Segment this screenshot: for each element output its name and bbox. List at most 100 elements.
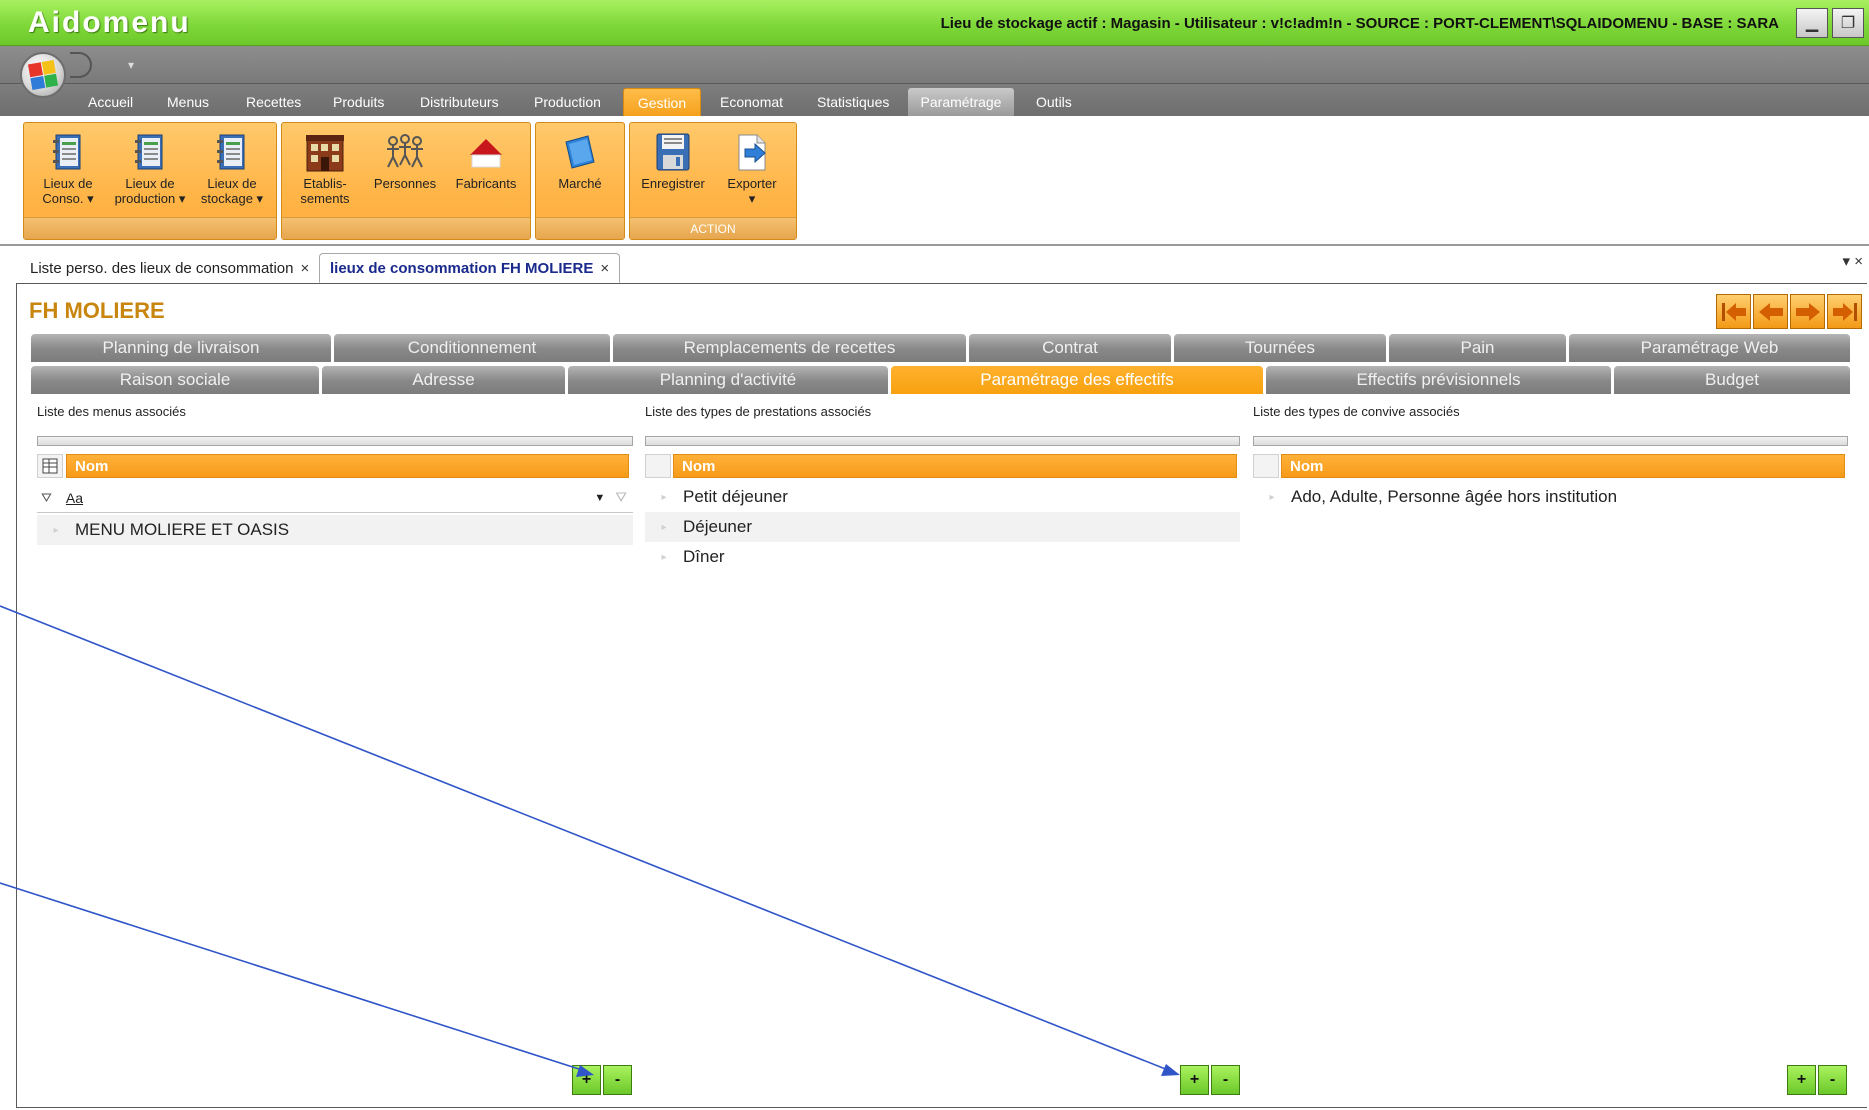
- doctab-liste-perso[interactable]: Liste perso. des lieux de consommation ×: [20, 253, 319, 283]
- subtab-raison-sociale[interactable]: Raison sociale: [31, 366, 319, 394]
- minimize-button[interactable]: ▁: [1796, 8, 1828, 38]
- exporter-label: Exporter ▾: [727, 176, 777, 206]
- tab-production[interactable]: Production: [524, 88, 611, 116]
- clear-filter-icon[interactable]: ⛛: [615, 489, 627, 506]
- row-indicator-header: [1253, 454, 1279, 478]
- lieux-production-label: Lieux de production ▾: [114, 176, 186, 206]
- add-convive-button[interactable]: +: [1787, 1065, 1816, 1095]
- application-menu-button[interactable]: [20, 52, 66, 98]
- lieux-production-button[interactable]: Lieux de production ▾: [110, 128, 190, 218]
- building-icon: [285, 128, 365, 176]
- prestations-list-caption: Liste des types de prestations associés: [645, 404, 872, 419]
- add-prestation-button[interactable]: +: [1180, 1065, 1209, 1095]
- quick-access-dropdown-icon[interactable]: ▾: [128, 58, 134, 72]
- column-chooser-button[interactable]: [37, 454, 63, 478]
- tab-outils[interactable]: Outils: [1026, 88, 1082, 116]
- doctab-fh-moliere[interactable]: lieux de consommation FH MOLIERE ×: [319, 253, 621, 283]
- personnes-button[interactable]: Personnes: [365, 128, 445, 218]
- subtab-adresse[interactable]: Adresse: [322, 366, 565, 394]
- filter-dropdown-icon[interactable]: ▼: [594, 492, 605, 504]
- title-bar: Aidomenu Lieu de stockage actif : Magasi…: [0, 0, 1869, 46]
- enregistrer-label: Enregistrer: [641, 176, 705, 191]
- column-chooser-icon: [42, 458, 58, 474]
- convives-list-topbar: [1253, 436, 1848, 446]
- tab-economat[interactable]: Economat: [710, 88, 793, 116]
- list-item[interactable]: ▸ Ado, Adulte, Personne âgée hors instit…: [1253, 482, 1848, 512]
- subtab-budget[interactable]: Budget: [1614, 366, 1850, 394]
- fabricants-button[interactable]: Fabricants: [446, 128, 526, 218]
- doc-tabs-controls[interactable]: ▾ ×: [1843, 252, 1863, 270]
- list-item[interactable]: ▸ Dîner: [645, 542, 1240, 572]
- row-indicator-icon: ▸: [661, 521, 667, 533]
- add-menu-button[interactable]: +: [572, 1065, 601, 1095]
- menus-list-topbar: [37, 436, 633, 446]
- tab-accueil[interactable]: Accueil: [78, 88, 143, 116]
- subtab-conditionnement[interactable]: Conditionnement: [334, 334, 610, 362]
- row-indicator-icon: ▸: [661, 491, 667, 503]
- remove-menu-button[interactable]: -: [603, 1065, 632, 1095]
- lieux-conso-button[interactable]: Lieux de Conso. ▾: [28, 128, 108, 218]
- prestation-name: Petit déjeuner: [683, 487, 788, 506]
- convives-list-header[interactable]: Nom: [1281, 454, 1845, 478]
- list-item[interactable]: ▸ Petit déjeuner: [645, 482, 1240, 512]
- remove-convive-button[interactable]: -: [1818, 1065, 1847, 1095]
- subtab-parametrage-web[interactable]: Paramétrage Web: [1569, 334, 1850, 362]
- last-record-button[interactable]: [1827, 294, 1862, 329]
- prestations-list-header[interactable]: Nom: [673, 454, 1237, 478]
- remove-prestation-button[interactable]: -: [1211, 1065, 1240, 1095]
- next-record-button[interactable]: [1790, 294, 1825, 329]
- row-indicator-icon: ▸: [53, 524, 59, 536]
- menus-list-header[interactable]: Nom: [66, 454, 629, 478]
- subtab-planning-activite[interactable]: Planning d'activité: [568, 366, 888, 394]
- subtab-effectifs-previsionnels[interactable]: Effectifs prévisionnels: [1266, 366, 1611, 394]
- list-item[interactable]: ▸ MENU MOLIERE ET OASIS: [37, 515, 633, 545]
- quick-access-bar: [0, 46, 1869, 84]
- content-panel: [16, 283, 1867, 1108]
- list-item[interactable]: ▸ Déjeuner: [645, 512, 1240, 542]
- close-icon[interactable]: ×: [600, 260, 609, 277]
- subtab-contrat[interactable]: Contrat: [969, 334, 1171, 362]
- subtab-parametrage-effectifs[interactable]: Paramétrage des effectifs: [891, 366, 1263, 394]
- tab-gestion[interactable]: Gestion: [623, 88, 701, 116]
- tab-statistiques[interactable]: Statistiques: [807, 88, 899, 116]
- subtab-planning-livraison[interactable]: Planning de livraison: [31, 334, 331, 362]
- house-roof-icon: [446, 128, 526, 176]
- tab-recettes[interactable]: Recettes: [236, 88, 311, 116]
- marche-button[interactable]: Marché: [540, 128, 620, 218]
- convives-list-caption: Liste des types de convive associés: [1253, 404, 1460, 419]
- row-indicator-icon: ▸: [661, 551, 667, 563]
- personnes-label: Personnes: [373, 176, 437, 191]
- subtab-remplacements-recettes[interactable]: Remplacements de recettes: [613, 334, 966, 362]
- market-icon: [540, 128, 620, 176]
- previous-record-button[interactable]: [1753, 294, 1788, 329]
- subtab-tournees[interactable]: Tournées: [1174, 334, 1386, 362]
- last-arrow-icon: [1832, 302, 1857, 321]
- restore-button[interactable]: ❐: [1832, 8, 1864, 38]
- doctab-fh-moliere-label: lieux de consommation FH MOLIERE: [330, 259, 594, 277]
- export-arrow-icon: [712, 128, 792, 176]
- page-title: FH MOLIERE: [29, 298, 165, 323]
- menus-header-nom: Nom: [75, 457, 109, 475]
- menus-filter-row[interactable]: ⛛ Aa ▼ ⛛: [37, 483, 633, 513]
- tab-parametrage[interactable]: Paramétrage: [908, 88, 1014, 116]
- prestation-name: Déjeuner: [683, 517, 752, 536]
- lieux-stockage-label: Lieux de stockage ▾: [200, 176, 264, 206]
- first-record-button[interactable]: [1716, 294, 1751, 329]
- people-icon: [365, 128, 445, 176]
- row-indicator-header: [645, 454, 671, 478]
- tab-menus[interactable]: Menus: [157, 88, 219, 116]
- lieux-conso-label: Lieux de Conso. ▾: [42, 176, 94, 206]
- etablissements-button[interactable]: Etablis- sements: [285, 128, 365, 218]
- exporter-button[interactable]: Exporter ▾: [712, 128, 792, 218]
- app-title: Aidomenu: [28, 6, 191, 39]
- subtab-pain[interactable]: Pain: [1389, 334, 1566, 362]
- convives-header-nom: Nom: [1290, 457, 1324, 475]
- binder-icon: [110, 128, 190, 176]
- tab-distributeurs[interactable]: Distributeurs: [410, 88, 509, 116]
- tab-produits[interactable]: Produits: [323, 88, 394, 116]
- filter-text: Aa: [65, 489, 84, 506]
- lieux-stockage-button[interactable]: Lieux de stockage ▾: [192, 128, 272, 218]
- close-icon[interactable]: ×: [300, 260, 309, 277]
- enregistrer-button[interactable]: Enregistrer: [633, 128, 713, 218]
- prestations-list-topbar: [645, 436, 1240, 446]
